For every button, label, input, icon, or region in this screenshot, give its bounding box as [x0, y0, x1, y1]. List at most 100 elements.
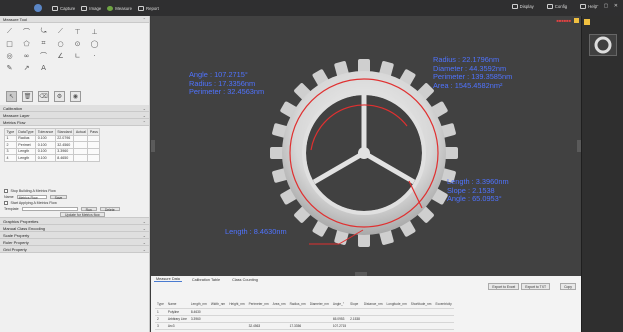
arc-tool-icon[interactable]: ⌒	[38, 50, 49, 61]
measure-data-row[interactable]: 3 Arc3 32.4563 17.3356 107.2715	[155, 322, 454, 330]
tab-class-counting[interactable]: Class Counting	[230, 278, 260, 282]
column-header[interactable]: Perimeter_nm	[246, 301, 271, 309]
window-controls[interactable]: ‒ ▢ ✕	[596, 3, 620, 9]
column-header[interactable]: Diameter_nm	[307, 301, 331, 309]
column-header[interactable]: Area_nm	[270, 301, 288, 309]
pen-tool-icon[interactable]: ✎	[4, 62, 15, 73]
angle2-tool-icon[interactable]: ∟	[72, 50, 83, 61]
arbitrary-line-tool-icon[interactable]: ⟋	[55, 26, 66, 37]
rectangle-tool-icon[interactable]: □	[4, 38, 15, 49]
start-applying-checkbox[interactable]	[4, 201, 8, 205]
image-button[interactable]: Image	[81, 5, 101, 11]
column-header[interactable]: Slope	[348, 301, 362, 309]
section-graphics-properties[interactable]: Graphics Properties ⌄	[0, 218, 149, 225]
section-scale-property[interactable]: Scale Property ⌄	[0, 232, 149, 239]
circle-3pt-tool-icon[interactable]: ⊙	[72, 38, 83, 49]
table-cell	[330, 308, 349, 316]
column-header[interactable]: Width_nm	[208, 301, 228, 309]
polygon-tool-icon[interactable]: ⬠	[21, 38, 32, 49]
measure-data-row[interactable]: 1 Polyline 8.4630	[155, 308, 454, 316]
tab-calibration-table[interactable]: Calibration Table	[190, 278, 222, 282]
table-cell	[384, 322, 409, 330]
column-header[interactable]: Height_nm	[227, 301, 247, 309]
image-thumbnail[interactable]	[589, 34, 617, 56]
export-excel-button[interactable]: Export to Excel	[488, 283, 520, 290]
column-header[interactable]: Length_nm	[188, 301, 209, 309]
arrow-tool-icon[interactable]: ↗	[21, 62, 32, 73]
section-ruler-property[interactable]: Ruler Property ⌄	[0, 239, 149, 246]
crop-tool-icon[interactable]: ⌗	[38, 38, 49, 49]
section-manual-class-encoding[interactable]: Manual Class Encoding ⌄	[0, 225, 149, 232]
save-button[interactable]: Save	[49, 194, 68, 200]
column-header[interactable]: Shortitude_nm	[408, 301, 434, 309]
update-button[interactable]: Update for Metrics flow	[60, 212, 105, 217]
column-header[interactable]: Eccentricity	[433, 301, 454, 309]
table-cell	[433, 315, 454, 323]
gear-thumbnail-icon	[594, 36, 612, 54]
parallel-tool-icon[interactable]: ⊤	[72, 26, 83, 37]
column-header[interactable]: Radius_nm	[287, 301, 308, 309]
column-header[interactable]: Longitude_nm	[384, 301, 409, 309]
table-cell	[208, 308, 228, 316]
stop-building-checkbox[interactable]	[4, 189, 8, 193]
table-cell	[246, 315, 271, 323]
metrics-flow-row[interactable]: 4 Length 0.100 8.4650	[4, 154, 101, 162]
section-metrics-flow[interactable]: Metrics Flow ⌃	[0, 119, 149, 126]
image-icon	[81, 5, 88, 11]
help-button[interactable]: Help	[580, 4, 597, 9]
table-cell	[307, 322, 331, 330]
table-cell	[227, 322, 247, 330]
gear-hub	[358, 147, 370, 159]
export-txt-button[interactable]: Export to TXT	[521, 283, 551, 290]
display-button[interactable]: Display	[511, 4, 534, 9]
curve-tool-icon[interactable]: ⤿	[38, 26, 49, 37]
point-tool-icon[interactable]: ·	[89, 50, 100, 61]
flow-name-input[interactable]: Metrics Flow	[16, 194, 47, 200]
camera-tool-icon[interactable]: ◉	[70, 91, 81, 102]
vertical-tool-icon[interactable]: ⊥	[89, 26, 100, 37]
run-button[interactable]: Run	[80, 206, 97, 212]
delete-button[interactable]: Delete	[99, 206, 120, 212]
column-header[interactable]: Angle_°	[330, 301, 349, 309]
text-tool-icon[interactable]: A	[38, 62, 49, 73]
measure-button[interactable]: Measure	[107, 5, 132, 11]
tab-measure-data[interactable]: Measure Data	[154, 277, 182, 282]
capture-button[interactable]: Capture	[52, 5, 75, 11]
column-header[interactable]: Name	[165, 301, 189, 309]
column-header[interactable]: Type	[155, 301, 166, 309]
config-button[interactable]: Config	[546, 4, 567, 9]
section-grid-property[interactable]: Grid Property ⌄	[0, 246, 149, 253]
folder-icon[interactable]	[584, 19, 590, 25]
chevron-down-icon: ⌄	[142, 225, 146, 231]
section-measure-tool[interactable]: Measure Tool ⌃	[0, 16, 149, 23]
section-calibration[interactable]: Calibration ⌄	[0, 105, 149, 112]
report-button[interactable]: Report	[137, 5, 159, 11]
copy-button[interactable]: Copy	[560, 283, 576, 290]
table-cell: 65.0953	[330, 315, 349, 323]
line-tool-icon[interactable]: ⟋	[4, 26, 15, 37]
table-cell	[227, 315, 247, 323]
measure-tool-grid: ⟋ ⌒ ⤿ ⟋ ⊤ ⊥ □ ⬠ ⌗ ○ ⊙ ◯ ◎ ∞ ⌒ ∠ ∟ · ✎ ↗ …	[0, 23, 149, 91]
image-canvas[interactable]: ■■■■■■ Angle : 107.2715° Radius : 17.335…	[151, 16, 581, 276]
annulus-tool-icon[interactable]: ◎	[4, 50, 15, 61]
measure-data-row[interactable]: 2 Arbitrary Line 3.3960 65.0953 2.1538	[155, 315, 454, 323]
circle-tool-icon[interactable]: ○	[55, 38, 66, 49]
angle-tool-icon[interactable]: ∠	[55, 50, 66, 61]
select-tool-icon[interactable]: ↖	[6, 91, 17, 102]
template-select[interactable]	[21, 206, 78, 212]
table-cell: Arbitrary Line	[165, 315, 189, 323]
section-measure-layer[interactable]: Measure Layer ⌄	[0, 112, 149, 119]
table-cell: 4	[4, 154, 17, 162]
delete-tool-icon[interactable]: 🗑	[22, 91, 33, 102]
chevron-down-icon: ⌄	[142, 112, 146, 118]
ellipse-tool-icon[interactable]: ◯	[89, 38, 100, 49]
clear-tool-icon[interactable]: ⌫	[38, 91, 49, 102]
settings-tool-icon[interactable]: ⚙	[54, 91, 65, 102]
two-circles-tool-icon[interactable]: ∞	[21, 50, 32, 61]
column-header[interactable]: Distance_nm	[361, 301, 385, 309]
display-icon	[511, 4, 518, 9]
polyline-tool-icon[interactable]: ⌒	[21, 26, 32, 37]
table-cell: 2.1538	[348, 315, 362, 323]
table-cell	[87, 154, 101, 162]
chevron-down-icon: ⌄	[142, 105, 146, 111]
